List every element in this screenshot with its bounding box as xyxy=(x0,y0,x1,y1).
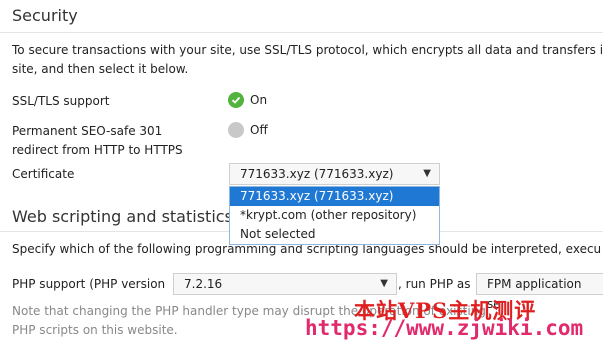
php-handler-select[interactable]: FPM application ser xyxy=(476,273,603,311)
check-circle-icon xyxy=(228,92,244,108)
security-description-line1: To secure transactions with your site, u… xyxy=(12,43,603,57)
certificate-selected-value: 771633.xyz (771633.xyz) xyxy=(240,167,394,181)
watermark-url: https://www.zjwiki.com xyxy=(305,316,584,340)
redirect-status-text: Off xyxy=(250,123,268,137)
redirect-label-line1: Permanent SEO-safe 301 xyxy=(12,124,163,138)
redirect-label-line2: redirect from HTTP to HTTPS xyxy=(12,143,183,157)
certificate-dropdown-list: 771633.xyz (771633.xyz) *krypt.com (othe… xyxy=(229,186,440,245)
dropdown-arrow-icon: ▼ xyxy=(380,278,388,289)
php-version-select[interactable]: 7.2.16 ▼ xyxy=(173,273,397,295)
certificate-label: Certificate xyxy=(12,167,75,181)
security-heading: Security xyxy=(12,6,78,25)
certificate-option[interactable]: 771633.xyz (771633.xyz) xyxy=(230,187,439,206)
ssl-status-text: On xyxy=(250,93,268,107)
ssl-support-toggle[interactable]: On xyxy=(228,92,267,108)
php-note-line2: PHP scripts on this website. xyxy=(12,323,178,337)
php-support-label: PHP support (PHP version xyxy=(12,277,166,291)
certificate-select[interactable]: 771633.xyz (771633.xyz) ▼ xyxy=(229,163,440,185)
run-php-as-label: , run PHP as xyxy=(398,277,471,291)
web-scripting-heading: Web scripting and statistics xyxy=(12,207,233,226)
certificate-option[interactable]: *krypt.com (other repository) xyxy=(230,206,439,225)
off-circle-icon xyxy=(228,122,244,138)
php-version-value: 7.2.16 xyxy=(184,277,223,291)
redirect-toggle[interactable]: Off xyxy=(228,122,268,138)
certificate-option[interactable]: Not selected xyxy=(230,225,439,244)
dropdown-arrow-icon: ▼ xyxy=(423,168,431,179)
security-description-line2: site, and then select it below. xyxy=(12,62,189,76)
ssl-support-label: SSL/TLS support xyxy=(12,94,110,108)
security-divider xyxy=(0,32,603,33)
